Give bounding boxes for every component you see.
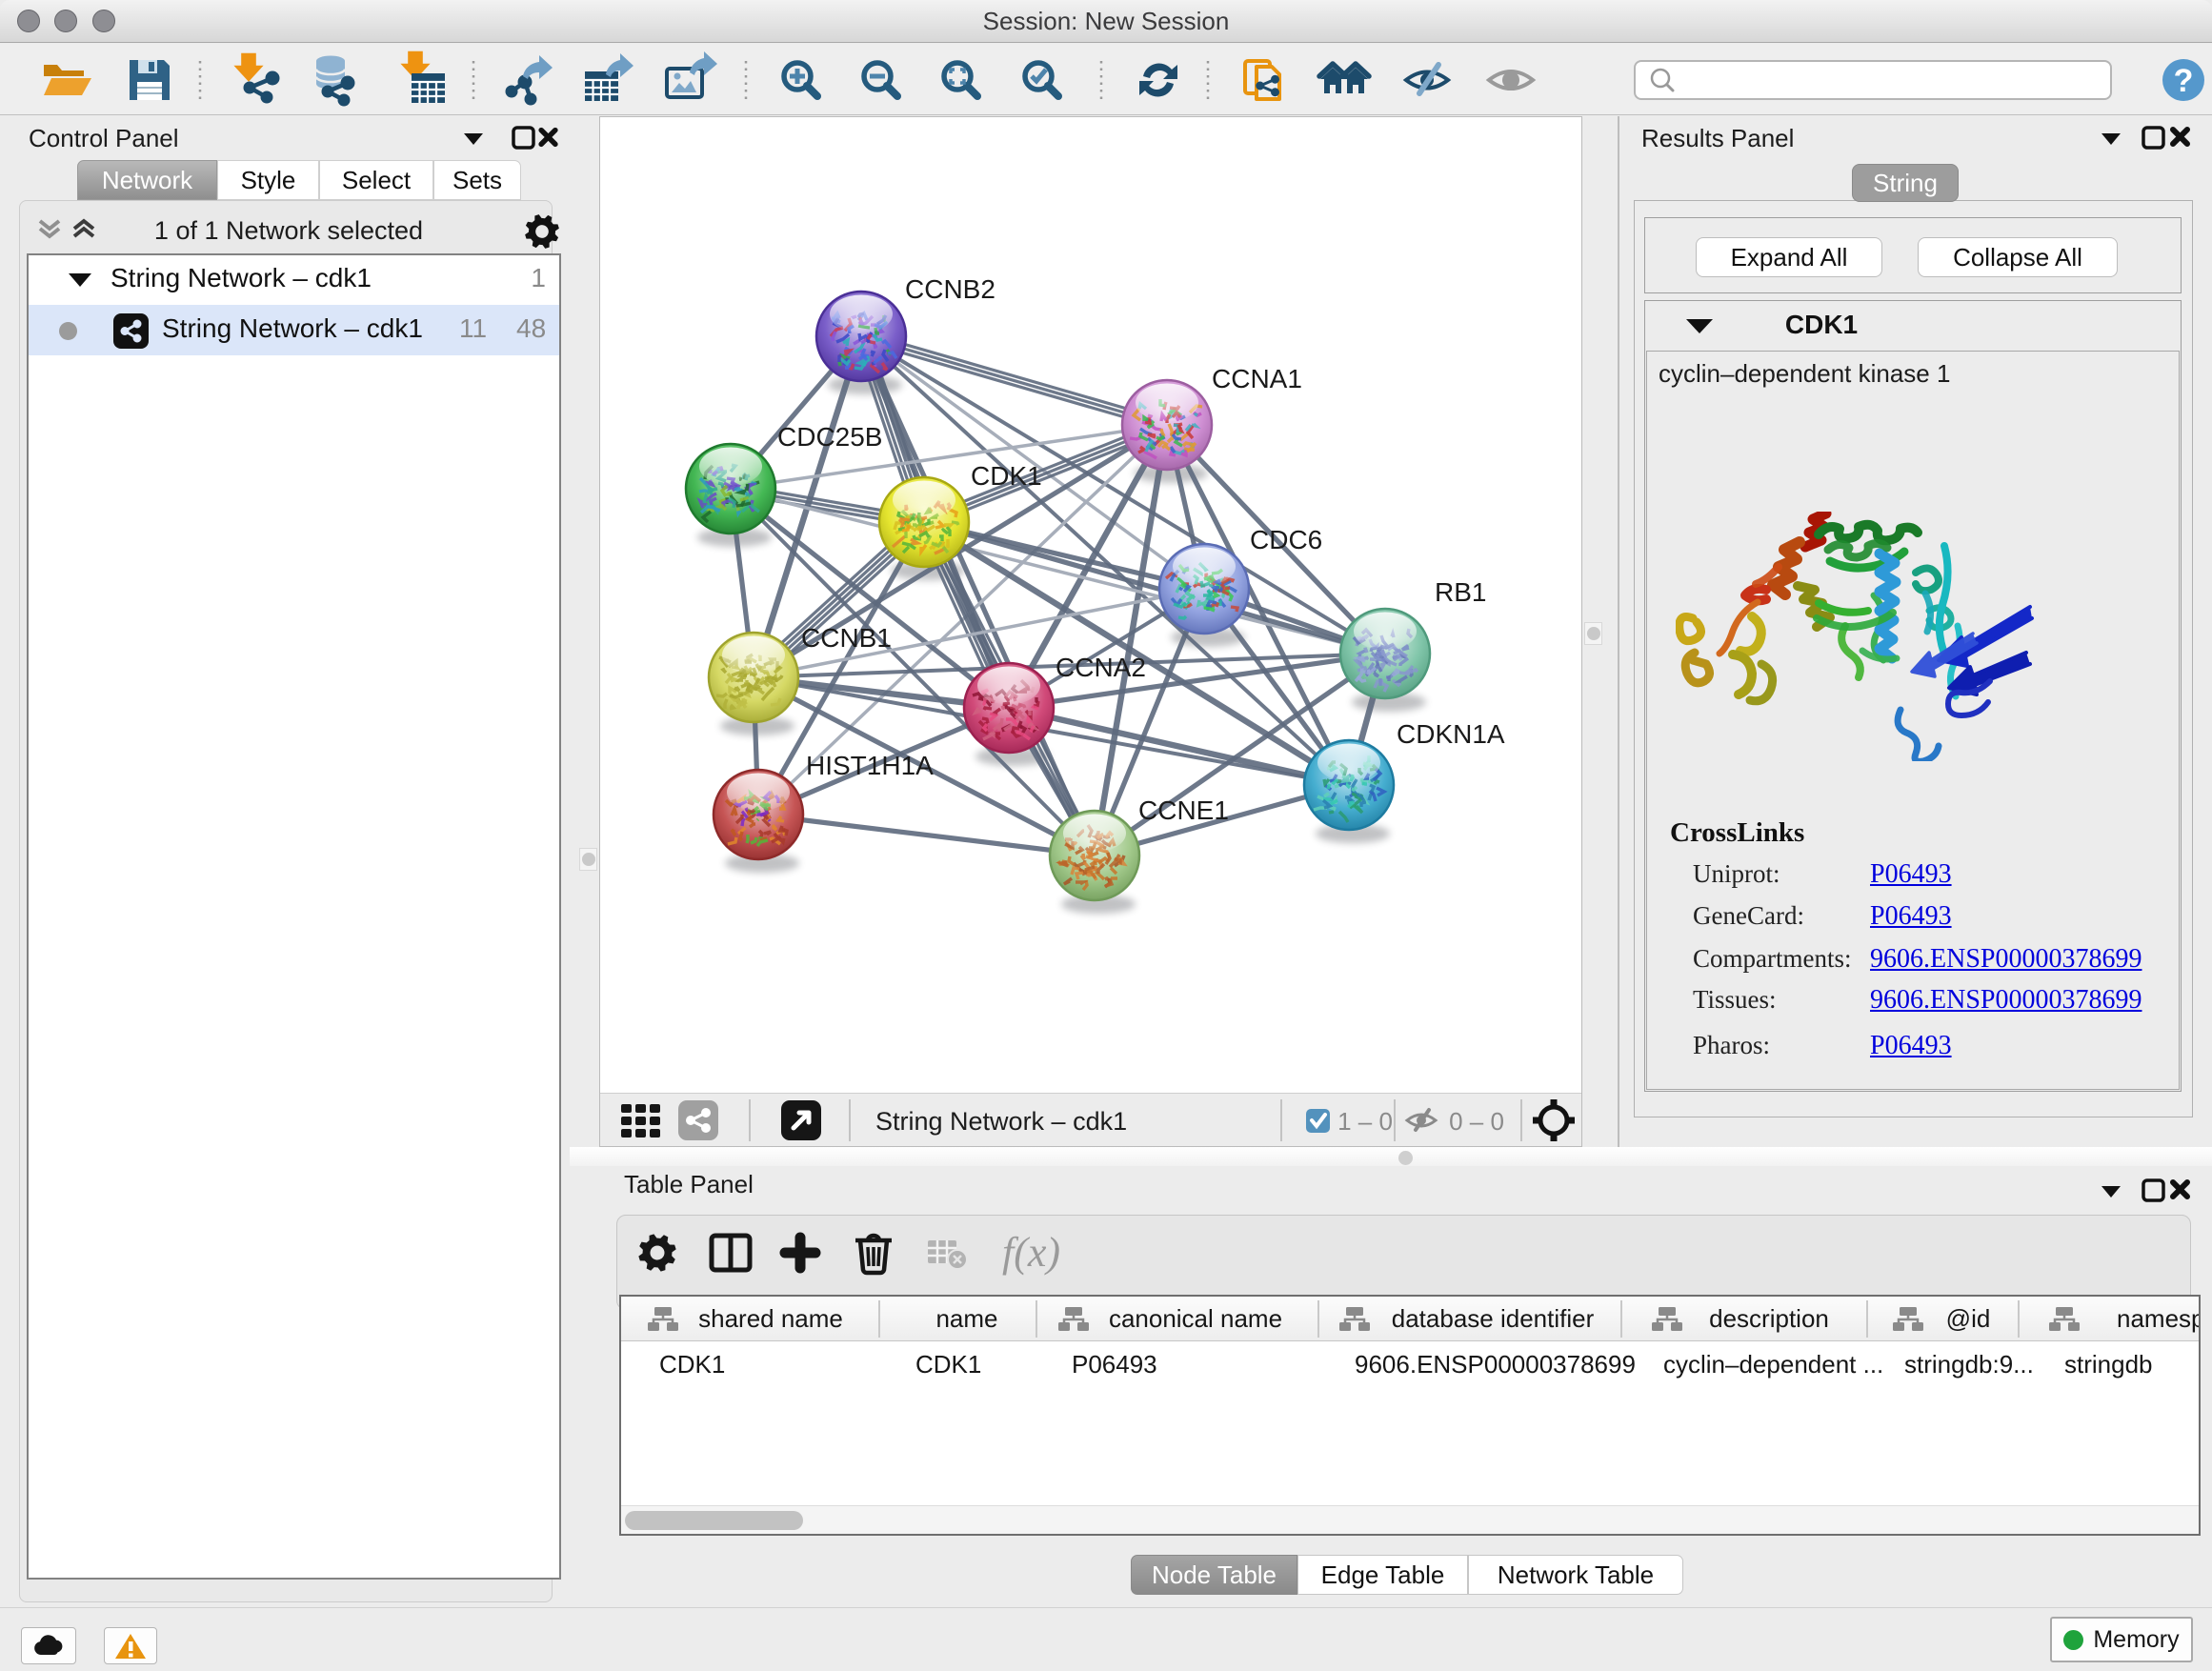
svg-text:database identifier: database identifier	[1392, 1304, 1595, 1333]
svg-text:name: name	[935, 1304, 997, 1333]
svg-text:1 – 0: 1 – 0	[1337, 1107, 1393, 1136]
svg-text:CCNB2: CCNB2	[905, 274, 995, 304]
svg-text:CCNE1: CCNE1	[1138, 795, 1229, 825]
svg-text:HIST1H1A: HIST1H1A	[806, 751, 934, 780]
svg-text:CDK1: CDK1	[971, 461, 1042, 491]
svg-text:CCNA2: CCNA2	[1056, 653, 1146, 682]
svg-text:f(x): f(x)	[1002, 1229, 1060, 1276]
svg-text:shared name: shared name	[698, 1304, 843, 1333]
svg-text:namespac: namespac	[2117, 1304, 2199, 1333]
svg-text:@id: @id	[1946, 1304, 1991, 1333]
svg-text:CDKN1A: CDKN1A	[1397, 719, 1505, 749]
svg-text:canonical name: canonical name	[1109, 1304, 1282, 1333]
svg-text:0 – 0: 0 – 0	[1449, 1107, 1504, 1136]
svg-text:description: description	[1709, 1304, 1829, 1333]
svg-text:String Network – cdk1: String Network – cdk1	[875, 1107, 1127, 1136]
svg-text:CDC6: CDC6	[1250, 525, 1322, 554]
svg-text:RB1: RB1	[1435, 577, 1486, 607]
svg-text:CCNA1: CCNA1	[1212, 364, 1302, 393]
svg-text:?: ?	[2174, 63, 2194, 99]
svg-text:CCNB1: CCNB1	[801, 623, 892, 653]
svg-text:CDC25B: CDC25B	[777, 422, 882, 452]
